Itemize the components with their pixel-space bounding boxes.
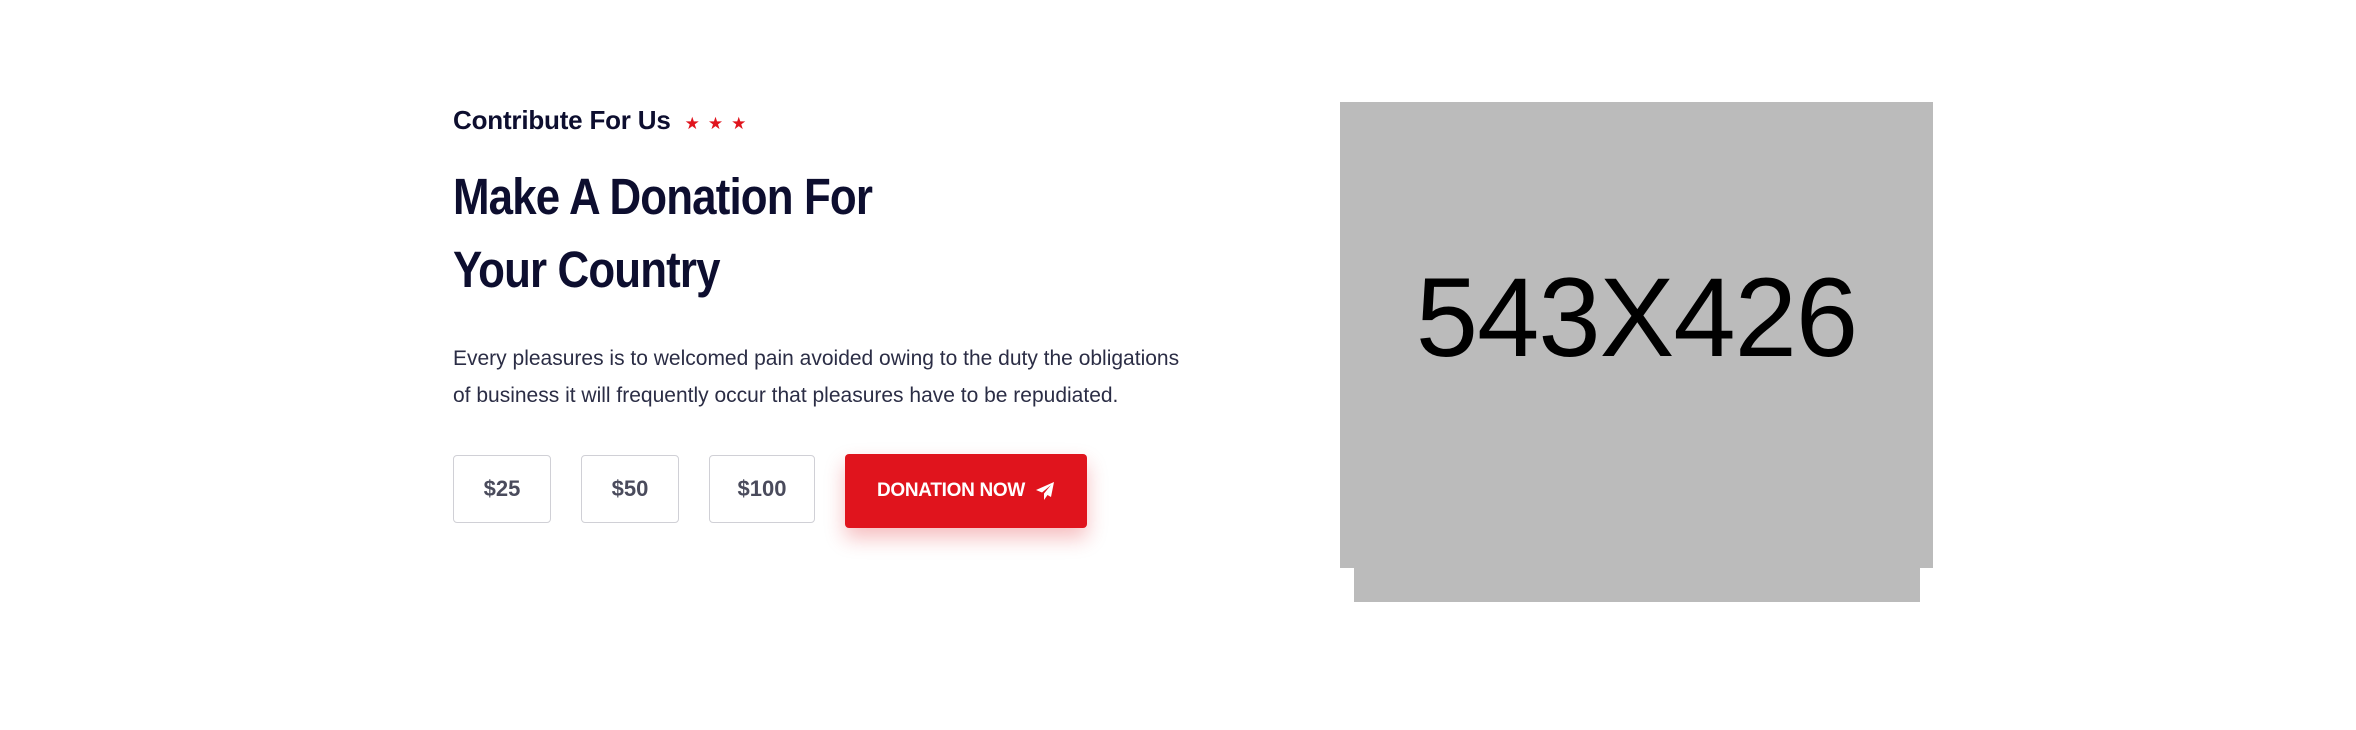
- section-heading: Make A Donation For Your Country: [453, 160, 1107, 306]
- donation-content: Contribute For Us ★ ★ ★ Make A Donation …: [453, 100, 1213, 528]
- donation-section: Contribute For Us ★ ★ ★ Make A Donation …: [0, 0, 2356, 730]
- image-placeholder-label: 543X426: [1415, 254, 1858, 380]
- donation-actions: $25 $50 $100 DONATION NOW: [453, 450, 1213, 528]
- section-description: Every pleasures is to welcomed pain avoi…: [453, 340, 1213, 414]
- section-subtitle: Contribute For Us ★ ★ ★: [453, 100, 1213, 140]
- star-icon: ★: [731, 113, 747, 134]
- image-placeholder: 543X426: [1340, 102, 1933, 568]
- amount-button-50[interactable]: $50: [581, 455, 679, 523]
- subtitle-text: Contribute For Us: [453, 104, 671, 135]
- donation-image: 543X426: [1340, 102, 1933, 602]
- heading-line-2: Your Country: [453, 241, 721, 298]
- description-line-1: Every pleasures is to welcomed pain avoi…: [453, 347, 1180, 370]
- star-icon: ★: [684, 113, 700, 134]
- description-line-2: of business it will frequently occur tha…: [453, 384, 1119, 407]
- star-icon: ★: [707, 113, 724, 134]
- amount-button-100[interactable]: $100: [709, 455, 815, 523]
- donation-now-button[interactable]: DONATION NOW: [845, 454, 1087, 528]
- amount-button-25[interactable]: $25: [453, 455, 551, 523]
- heading-line-1: Make A Donation For: [453, 168, 873, 225]
- star-decoration: ★ ★ ★: [684, 113, 747, 134]
- paper-plane-icon: [1035, 481, 1055, 501]
- donation-now-label: DONATION NOW: [876, 480, 1026, 501]
